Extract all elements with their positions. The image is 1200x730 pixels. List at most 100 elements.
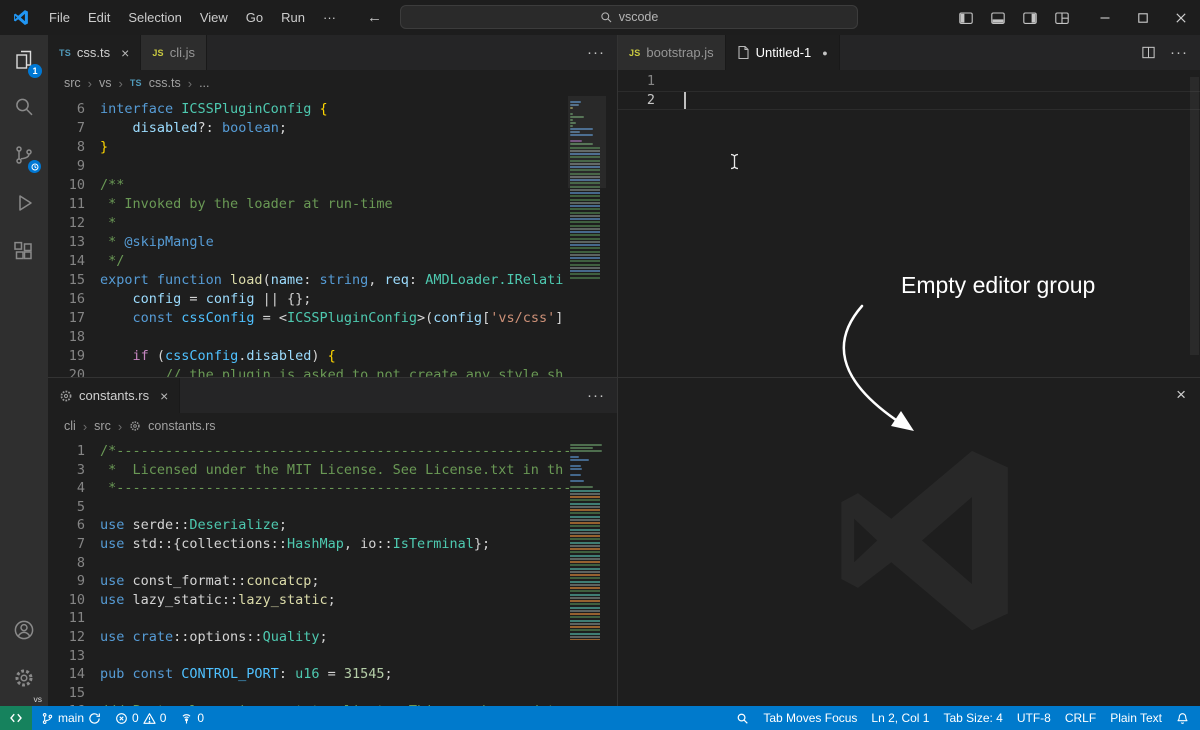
line-number: 1 [618,72,655,91]
minimap[interactable] [570,439,604,706]
code-line [100,498,570,517]
sidebar-item-run-debug[interactable] [0,179,48,227]
line-number: 15 [48,271,85,290]
code-line [100,157,570,176]
toggle-secondary-sidebar-icon[interactable] [1022,10,1038,26]
breadcrumb: cli › src › constants.rs [48,413,617,439]
maximize-button[interactable] [1124,0,1162,35]
tab-bootstrap-js[interactable]: JS bootstrap.js [618,35,726,70]
language-mode-item[interactable]: Plain Text [1103,706,1169,730]
chevron-right-icon: › [118,419,122,434]
vscode-logo-icon [13,9,30,26]
breadcrumb-item[interactable]: src [64,76,81,90]
account-button[interactable] [0,606,48,654]
editor-group-top-left: TS css.ts × JS cli.js ··· src › vs › TS … [48,35,617,377]
line-number: 8 [48,554,85,573]
line-number: 15 [48,684,85,703]
tab-css-ts[interactable]: TS css.ts × [48,35,141,70]
more-actions-icon[interactable]: ··· [1170,44,1188,61]
menu-selection[interactable]: Selection [119,6,190,29]
minimap[interactable] [570,96,604,377]
broadcast-icon [180,712,193,725]
breadcrumb-item[interactable]: ... [199,76,209,90]
code-editor[interactable]: 1345678910111213141516 /*---------------… [48,439,617,706]
sidebar-item-source-control[interactable] [0,131,48,179]
code-line: use lazy_static::lazy_static; [100,591,570,610]
menu-file[interactable]: File [40,6,79,29]
breadcrumb-item[interactable]: src [94,419,111,433]
tab-bar: constants.rs × ··· [48,378,617,413]
close-tab-icon[interactable]: × [160,389,168,403]
code-content: /*--------------------------------------… [100,439,570,706]
toggle-primary-sidebar-icon[interactable] [958,10,974,26]
settings-button[interactable]: vs [0,654,48,702]
code-line: pub const CONTROL_PORT: u16 = 31545; [100,665,570,684]
chevron-right-icon: › [188,76,192,91]
line-number: 9 [48,157,85,176]
javascript-file-icon: JS [152,48,163,58]
sidebar-item-search[interactable] [0,83,48,131]
close-tab-icon[interactable]: × [121,46,129,60]
title-bar: File Edit Selection View Go Run ··· ← → … [0,0,1200,35]
cursor-position-item[interactable]: Ln 2, Col 1 [864,706,936,730]
tab-label: constants.rs [79,388,149,403]
magnifier-item[interactable] [729,706,756,730]
notifications-item[interactable] [1169,706,1196,730]
tab-bar: TS css.ts × JS cli.js ··· [48,35,617,70]
tab-constants-rs[interactable]: constants.rs × [48,378,180,413]
code-line: const cssConfig = <ICSSPluginConfig>(con… [100,309,570,328]
more-actions-icon[interactable]: ··· [587,44,605,61]
code-line: config = config || {}; [100,290,570,309]
code-line: use std::{collections::HashMap, io::IsTe… [100,535,570,554]
rust-file-icon [129,420,141,432]
profile-badge: vs [34,694,43,704]
editor-group-bottom-right: × [617,377,1200,706]
close-window-button[interactable] [1162,0,1200,35]
menu-view[interactable]: View [191,6,237,29]
menu-overflow-icon[interactable]: ··· [314,6,345,29]
breadcrumb-item[interactable]: cli [64,419,76,433]
line-number: 18 [48,328,85,347]
code-line: /// Protocol version sent to clients. Th… [100,702,570,706]
remote-indicator[interactable] [0,706,32,730]
code-line [100,684,570,703]
customize-layout-icon[interactable] [1054,10,1070,26]
code-editor[interactable]: 12 [618,70,1200,377]
minimap-slider[interactable] [568,96,606,188]
sidebar-item-extensions[interactable] [0,227,48,275]
gear-icon [12,666,36,690]
errors-icon [115,712,128,725]
minimize-button[interactable] [1086,0,1124,35]
tab-size-item[interactable]: Tab Size: 4 [936,706,1009,730]
tab-untitled-1[interactable]: Untitled-1 ● [726,35,840,70]
tab-label: css.ts [77,45,110,60]
typescript-file-icon: TS [59,48,71,58]
split-editor-icon[interactable] [1141,45,1156,60]
problems-item[interactable]: 0 0 [108,706,173,730]
ports-item[interactable]: 0 [173,706,211,730]
close-group-icon[interactable]: × [1176,386,1186,403]
encoding-item[interactable]: UTF-8 [1010,706,1058,730]
breadcrumb-item[interactable]: css.ts [149,76,181,90]
code-content [670,70,1200,377]
code-editor[interactable]: 67891011121314151617181920 interface ICS… [48,96,617,377]
eol-item[interactable]: CRLF [1058,706,1103,730]
command-center-search[interactable]: vscode [400,5,858,29]
sidebar-item-explorer[interactable]: 1 [0,35,48,83]
menu-edit[interactable]: Edit [79,6,119,29]
dirty-dot-icon[interactable]: ● [822,48,827,58]
editor-group-top-right: JS bootstrap.js Untitled-1 ● ··· 12 [617,35,1200,377]
more-actions-icon[interactable]: ··· [587,387,605,404]
breadcrumb-item[interactable]: vs [99,76,112,90]
search-value: vscode [619,10,659,24]
tab-cli-js[interactable]: JS cli.js [141,35,207,70]
menu-go[interactable]: Go [237,6,272,29]
branch-item[interactable]: main [34,706,108,730]
typescript-file-icon: TS [130,78,142,88]
line-number: 11 [48,195,85,214]
back-button[interactable]: ← [367,9,382,26]
toggle-panel-icon[interactable] [990,10,1006,26]
breadcrumb-item[interactable]: constants.rs [148,419,215,433]
tab-moves-focus-item[interactable]: Tab Moves Focus [756,706,864,730]
menu-run[interactable]: Run [272,6,314,29]
